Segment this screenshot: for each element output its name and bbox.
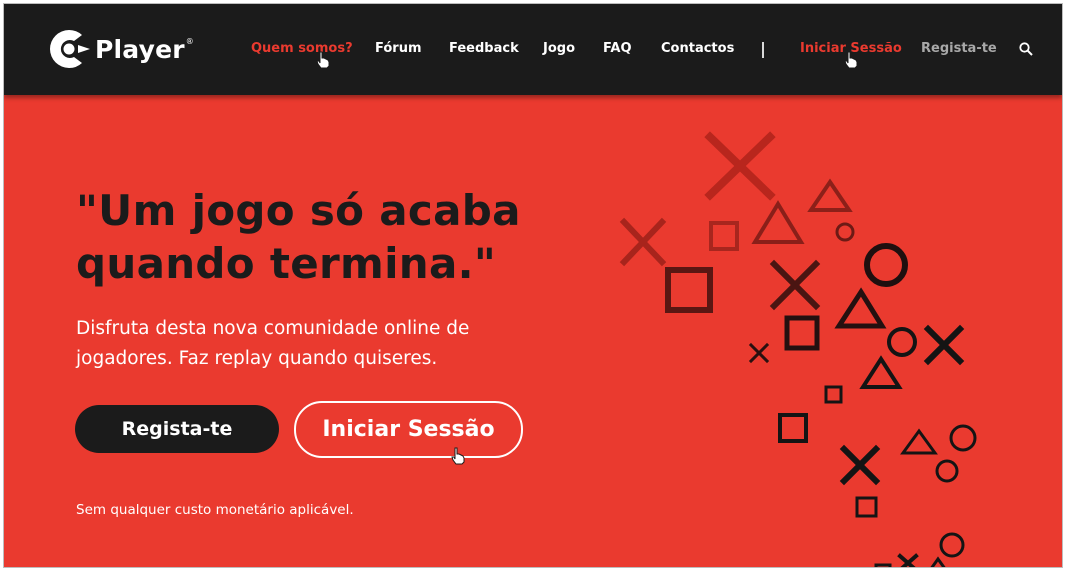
circle-icon xyxy=(887,327,917,357)
brand-name: Player xyxy=(95,34,185,64)
nav-forum[interactable]: Fórum xyxy=(375,41,422,56)
hero-subtitle: Disfruta desta nova comunidade online de… xyxy=(76,314,516,374)
hand-cursor-icon xyxy=(451,447,465,465)
hand-cursor-icon xyxy=(316,51,330,69)
cross-icon xyxy=(839,444,881,486)
hero-title: "Um jogo só acaba quando termina." xyxy=(76,184,521,290)
player-logo-icon xyxy=(50,29,90,69)
nav-game[interactable]: Jogo xyxy=(543,41,575,56)
triangle-icon xyxy=(859,355,903,389)
triangle-icon xyxy=(751,200,805,244)
square-icon xyxy=(665,267,713,313)
nav-divider xyxy=(762,42,764,58)
registered-mark: ® xyxy=(185,36,194,46)
cross-icon xyxy=(704,131,776,201)
circle-icon xyxy=(864,243,908,287)
hero-subtitle-line: Disfruta desta nova comunidade online de xyxy=(76,318,470,339)
square-icon xyxy=(709,221,739,251)
hand-cursor-icon xyxy=(844,51,858,69)
triangle-icon xyxy=(834,287,887,329)
login-button[interactable]: Iniciar Sessão xyxy=(294,401,523,458)
nav-register[interactable]: Regista-te xyxy=(921,41,997,56)
circle-icon xyxy=(949,424,977,452)
fineprint: Sem qualquer custo monetário aplicável. xyxy=(76,502,354,518)
circle-icon xyxy=(939,532,965,558)
nav-contacts[interactable]: Contactos xyxy=(661,41,734,56)
browser-viewport: Player ® Quem somos? Fórum Feedback Jogo… xyxy=(3,3,1063,568)
cross-icon xyxy=(769,259,821,311)
cross-icon xyxy=(619,217,667,267)
brand-logo[interactable]: Player ® xyxy=(48,28,194,70)
register-button[interactable]: Regista-te xyxy=(75,405,279,453)
nav-faq[interactable]: FAQ xyxy=(603,41,632,56)
nav-feedback[interactable]: Feedback xyxy=(449,41,519,56)
controller-symbols-pattern xyxy=(619,131,977,567)
hero-subtitle-line: jogadores. Faz replay quando quiseres. xyxy=(76,348,438,369)
circle-icon xyxy=(935,459,959,483)
cross-icon xyxy=(897,553,919,567)
circle-icon xyxy=(835,222,855,242)
square-icon xyxy=(874,563,892,567)
hero-title-line: quando termina." xyxy=(76,239,497,288)
search-icon[interactable] xyxy=(1019,42,1033,56)
square-icon xyxy=(778,413,808,443)
triangle-icon xyxy=(807,178,853,212)
triangle-icon xyxy=(900,428,938,455)
top-navigation-bar: Player ® Quem somos? Fórum Feedback Jogo… xyxy=(4,4,1062,95)
square-icon xyxy=(784,315,820,351)
square-icon xyxy=(855,496,878,518)
square-icon xyxy=(824,385,843,404)
hero-title-line: "Um jogo só acaba xyxy=(76,186,521,235)
triangle-icon xyxy=(930,556,946,567)
cross-icon xyxy=(923,324,965,366)
nav-about[interactable]: Quem somos? xyxy=(251,41,353,56)
cross-icon xyxy=(748,342,770,364)
